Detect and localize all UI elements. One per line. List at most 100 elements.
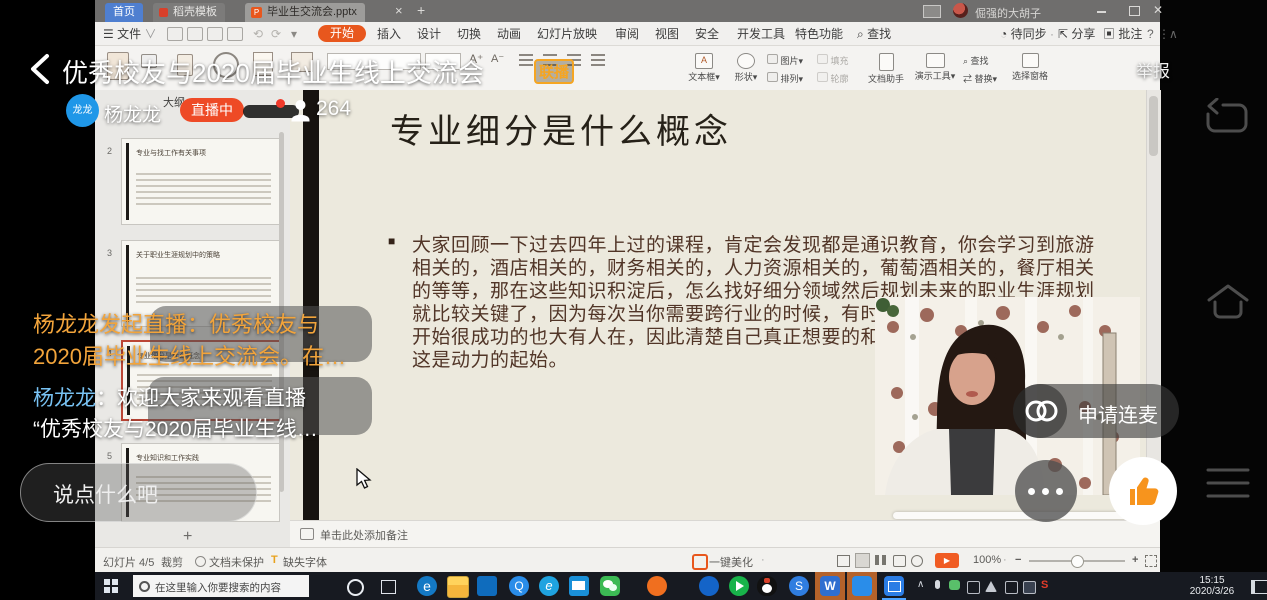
menu-tab-slideshow[interactable]: 幻灯片放映 xyxy=(537,26,597,42)
zoom-slider-knob[interactable] xyxy=(1071,555,1084,568)
picture-button[interactable]: 图片▾ xyxy=(767,54,803,67)
menu-file[interactable]: ☰ 文件 ∨ xyxy=(103,26,156,42)
zoom-out-icon[interactable]: − xyxy=(1015,554,1021,566)
menu-find[interactable]: ⌕ 查找 xyxy=(857,26,891,42)
menu-tab-features[interactable]: 特色功能 xyxy=(795,26,843,42)
file-explorer-icon[interactable] xyxy=(447,576,469,598)
beautify-button[interactable]: 一键美化 xyxy=(709,554,753,570)
textbox-button[interactable]: A 文本框▾ xyxy=(683,53,725,83)
notification-center-icon[interactable] xyxy=(1251,580,1267,594)
report-button[interactable]: 举报 xyxy=(1136,57,1170,82)
screen-recorder-icon[interactable] xyxy=(884,576,904,596)
font-shrink-icon[interactable]: A⁻ xyxy=(491,52,504,65)
android-back-icon[interactable] xyxy=(1203,98,1251,138)
line-spacing-icon[interactable] xyxy=(591,54,605,66)
ie-icon[interactable]: e xyxy=(539,576,559,596)
docs-app-icon[interactable] xyxy=(852,576,872,596)
notes-bar[interactable]: 单击此处添加备注 xyxy=(290,520,1160,548)
chat-tray-icon[interactable] xyxy=(949,580,960,590)
print-preview-icon[interactable] xyxy=(207,27,223,41)
zoom-in-icon[interactable]: + xyxy=(1132,554,1138,566)
outline-button[interactable]: 轮廓 xyxy=(817,72,849,85)
menu-tab-insert[interactable]: 插入 xyxy=(377,26,401,42)
menu-tab-design[interactable]: 设计 xyxy=(417,26,441,42)
like-button[interactable] xyxy=(1109,457,1177,525)
volume-tray-icon[interactable] xyxy=(1005,581,1018,594)
selection-pane-button[interactable]: 选择窗格 xyxy=(1007,53,1053,82)
reading-view-icon[interactable] xyxy=(893,555,906,567)
ime-tray-icon[interactable] xyxy=(1023,581,1036,594)
menu-tab-transition[interactable]: 切换 xyxy=(457,26,481,42)
slide-hscrollbar[interactable] xyxy=(893,512,1140,519)
fullscreen-icon[interactable] xyxy=(1145,555,1157,567)
microphone-tray-icon[interactable] xyxy=(935,580,940,589)
slide-scrollbar-thumb[interactable] xyxy=(1149,96,1158,156)
tab-wps-home[interactable]: 首页 xyxy=(105,3,143,22)
menu-tab-review[interactable]: 审阅 xyxy=(615,26,639,42)
new-slide-plus-button[interactable]: + xyxy=(183,528,192,546)
ms-store-icon[interactable] xyxy=(477,576,497,596)
play-slideshow-button[interactable]: ▶ xyxy=(935,553,959,568)
slide-thumbnail-2[interactable]: 专业与找工作有关事项 xyxy=(121,138,280,225)
collapse-ribbon-icon[interactable]: ∧ xyxy=(1169,26,1178,42)
find-button[interactable]: ⌕ 查找 xyxy=(963,54,989,67)
undo-icon[interactable]: ⟲ xyxy=(253,26,263,42)
toolbar-dropdown-icon[interactable]: ▾ xyxy=(291,26,297,42)
streamer-name[interactable]: 杨龙龙 xyxy=(104,100,161,127)
android-home-icon[interactable] xyxy=(1203,278,1253,328)
crop-label[interactable]: 裁剪 xyxy=(161,554,183,570)
close-window-icon[interactable]: ✕ xyxy=(1153,5,1164,16)
bullet-list-icon[interactable] xyxy=(519,54,533,66)
chat-input[interactable]: 说点什么吧 xyxy=(20,463,257,522)
sogou-ime-tray-icon[interactable]: S xyxy=(1041,579,1048,591)
ali-wangwang-icon[interactable] xyxy=(647,576,667,596)
doc-unprotected-label[interactable]: 文档未保护 xyxy=(209,554,264,570)
save-icon[interactable] xyxy=(167,27,183,41)
account-name[interactable]: 倔强的大胡子 xyxy=(975,5,1041,21)
xunlei-icon[interactable] xyxy=(699,576,719,596)
sogou-icon[interactable]: S xyxy=(789,576,809,596)
menu-tab-home[interactable]: 开始 xyxy=(318,25,366,42)
beautify-dropdown-icon[interactable]: · xyxy=(761,554,765,566)
mail-icon[interactable] xyxy=(569,576,589,596)
more-options-button[interactable] xyxy=(1015,460,1077,522)
qq-browser-icon[interactable]: Q xyxy=(509,576,529,596)
doc-assistant-button[interactable]: 文档助手 xyxy=(863,53,909,85)
comment-button[interactable]: ▣ 批注 xyxy=(1103,26,1142,42)
minimize-icon[interactable] xyxy=(1097,11,1106,13)
account-avatar[interactable] xyxy=(953,3,968,18)
preview-icon[interactable] xyxy=(227,27,243,41)
task-view-icon[interactable] xyxy=(381,580,396,594)
clock[interactable]: 15:15 2020/3/26 xyxy=(1181,575,1243,597)
window-stack-icon[interactable] xyxy=(923,5,941,18)
close-tab-icon[interactable]: × xyxy=(395,3,403,18)
back-icon[interactable] xyxy=(27,53,53,85)
qq-icon[interactable] xyxy=(757,576,777,596)
new-tab-icon[interactable]: + xyxy=(417,2,425,18)
chat-sender-name[interactable]: 杨龙龙 xyxy=(33,387,96,410)
zoom-level[interactable]: 100% xyxy=(973,554,1001,566)
restore-icon[interactable] xyxy=(1129,6,1140,16)
present-tools-button[interactable]: 演示工具▾ xyxy=(911,53,959,82)
menu-tab-view[interactable]: 视图 xyxy=(655,26,679,42)
menu-tab-security[interactable]: 安全 xyxy=(695,26,719,42)
missing-font-label[interactable]: 缺失字体 xyxy=(283,554,327,570)
display-tray-icon[interactable] xyxy=(967,581,980,594)
fill-button[interactable]: 填充 xyxy=(817,54,849,67)
replace-button[interactable]: ⇄ 替换▾ xyxy=(963,72,997,85)
menu-tab-devtools[interactable]: 开发工具 xyxy=(737,26,785,42)
normal-view-selected-icon[interactable] xyxy=(855,553,870,568)
streamer-avatar[interactable]: 龙龙 xyxy=(66,94,99,127)
redo-icon[interactable]: ⟳ xyxy=(271,26,281,42)
video-player-icon[interactable] xyxy=(729,576,749,596)
print-icon[interactable] xyxy=(187,27,203,41)
slide-sorter-icon[interactable] xyxy=(875,555,886,565)
tray-collapse-icon[interactable]: ∧ xyxy=(917,579,924,590)
start-button[interactable] xyxy=(104,579,118,593)
tab-document[interactable]: P 毕业生交流会.pptx xyxy=(245,3,365,22)
zoom-dropdown-icon[interactable]: · xyxy=(1003,554,1007,566)
sync-button[interactable]: ◔ 待同步 · xyxy=(1000,26,1054,42)
wechat-icon[interactable] xyxy=(600,576,620,596)
arrange-button[interactable]: 排列▾ xyxy=(767,72,803,85)
edge-icon[interactable]: e xyxy=(417,576,437,596)
